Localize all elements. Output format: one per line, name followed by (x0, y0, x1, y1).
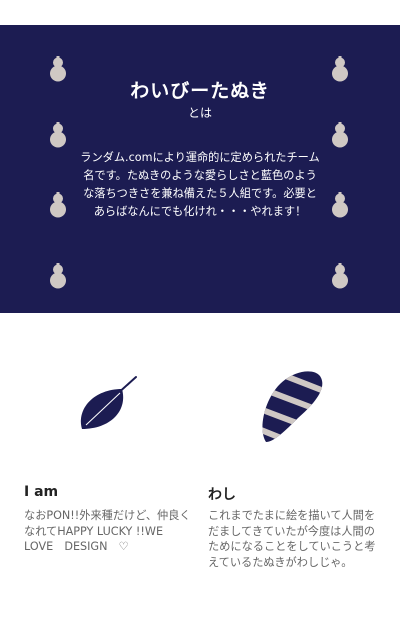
gourd-icon (49, 263, 67, 289)
hero-description: ランダム.comにより運命的に定められたチーム名です。たぬきのような愛らしさと藍… (80, 151, 320, 218)
card-title-washi: わし (208, 487, 236, 503)
gourd-icon (331, 192, 349, 218)
gourd-icon (49, 192, 67, 218)
gourd-icon (331, 122, 349, 148)
hero-title: わいびーたぬき (130, 80, 270, 102)
hero-section: わいびーたぬき とは ランダム.comにより運命的に定められたチーム名です。たぬ… (0, 25, 400, 313)
leaf-icon (76, 373, 140, 433)
hero-subtitle: とは (187, 106, 212, 120)
gourd-icon (49, 122, 67, 148)
gourd-icon (331, 263, 349, 289)
striped-tail-icon (256, 366, 328, 446)
card-text-i-am: なおPON!!外来種だけど、仲良くなれてHAPPY LUCKY !!WE LOV… (24, 509, 191, 553)
card-title-i-am: I am (24, 484, 59, 500)
card-text-washi: これまでたまに絵を描いて人間をだましてきていたが今度は人間のためになることをして… (208, 509, 376, 569)
